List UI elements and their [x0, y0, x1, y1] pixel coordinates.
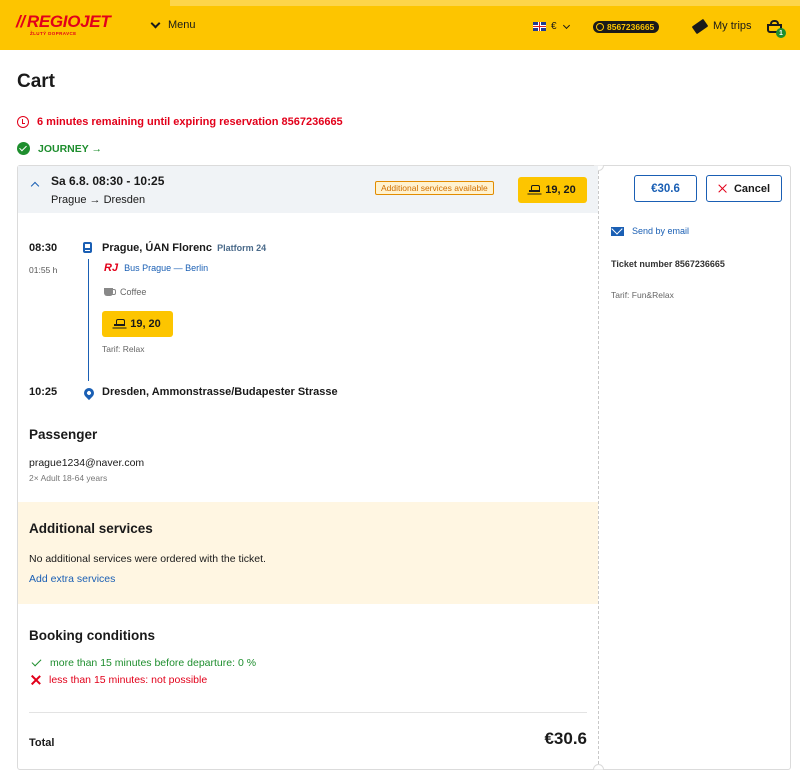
- condition-denied: less than 15 minutes: not possible: [31, 674, 207, 686]
- check-circle-icon: [17, 142, 30, 155]
- condition-allowed: more than 15 minutes before departure: 0…: [31, 656, 256, 669]
- my-trips-label: My trips: [713, 20, 752, 32]
- seat-numbers: 19, 20: [545, 184, 576, 196]
- clock-icon: [17, 116, 29, 128]
- check-icon: [31, 656, 42, 667]
- reservation-expiry-warning: 6 minutes remaining until expiring reser…: [17, 116, 343, 128]
- expiry-text: 6 minutes remaining until expiring reser…: [37, 116, 343, 128]
- departure-time: 08:30: [29, 242, 58, 254]
- close-icon: [718, 184, 727, 193]
- envelope-icon: [611, 226, 624, 236]
- ticket-number: Ticket number 8567236665: [611, 259, 725, 269]
- segment-tarif: Tarif: Relax: [102, 344, 145, 354]
- cart-count-badge: 1: [776, 28, 786, 38]
- cancel-button[interactable]: Cancel: [706, 175, 782, 202]
- top-header: //REGIOJET ŽLUTÝ DOPRAVCE Menu € 8567236…: [0, 0, 800, 50]
- platform-label: Platform 24: [217, 243, 267, 253]
- uk-flag-icon: [533, 22, 546, 31]
- menu-button[interactable]: Menu: [150, 18, 196, 31]
- seat-icon: [114, 319, 126, 329]
- timeline-line: [88, 259, 89, 381]
- route-date-time: Sa 6.8. 08:30 - 10:25: [51, 174, 165, 188]
- journey-step-label: JOURNEY →: [38, 142, 102, 155]
- price-button[interactable]: €30.6: [634, 175, 697, 202]
- bus-icon: [83, 242, 92, 253]
- chevron-up-icon[interactable]: [30, 181, 40, 191]
- cross-icon: [31, 675, 41, 685]
- logo-slashes: //: [16, 12, 25, 31]
- total-separator: [29, 712, 587, 713]
- cart-button[interactable]: 1: [767, 20, 786, 38]
- header-accent-strip: [170, 0, 800, 6]
- page-title: Cart: [17, 71, 56, 92]
- passenger-type: 2× Adult 18-64 years: [29, 473, 108, 483]
- account-button[interactable]: 8567236665: [593, 21, 660, 33]
- account-number: 8567236665: [607, 22, 655, 32]
- ticket-divider: [598, 166, 599, 769]
- arrival-station: Dresden, Ammonstrasse/Budapester Strasse: [102, 386, 338, 398]
- journey-step-link[interactable]: JOURNEY →: [17, 142, 102, 155]
- arrival-time: 10:25: [29, 386, 58, 398]
- chevron-down-icon: [562, 21, 570, 29]
- seat-selection-button[interactable]: 19, 20: [518, 177, 587, 203]
- carrier-line: Bus Prague — Berlin: [124, 263, 209, 273]
- regiojet-logo[interactable]: //REGIOJET ŽLUTÝ DOPRAVCE: [16, 12, 111, 40]
- send-by-email-link[interactable]: Send by email: [611, 226, 689, 236]
- send-email-label: Send by email: [632, 226, 690, 236]
- journey-summary: Sa 6.8. 08:30 - 10:25 Prague → Dresden A…: [18, 166, 598, 213]
- ticket-tarif: Tarif: Fun&Relax: [611, 290, 674, 300]
- amenity-coffee: Coffee: [104, 287, 146, 297]
- total-label: Total: [29, 737, 55, 749]
- departure-station: Prague, ÚAN Florenc Platform 24: [102, 242, 267, 254]
- booking-conditions-title: Booking conditions: [29, 628, 155, 643]
- total-value: €30.6: [544, 729, 587, 748]
- amenity-label: Coffee: [120, 287, 147, 297]
- ticket-icon: [691, 18, 709, 34]
- cart-ticket-card: Sa 6.8. 08:30 - 10:25 Prague → Dresden A…: [17, 165, 791, 770]
- additional-services-text: No additional services were ordered with…: [29, 553, 266, 565]
- route-cities: Prague → Dresden: [51, 194, 146, 206]
- passenger-email: prague1234@naver.com: [29, 457, 145, 469]
- segment-seat-numbers: 19, 20: [130, 318, 161, 330]
- logo-text: REGIOJET: [26, 12, 111, 31]
- additional-services-title: Additional services: [29, 521, 153, 536]
- menu-label: Menu: [168, 19, 196, 31]
- currency-label: €: [551, 21, 557, 32]
- segment-seat-button[interactable]: 19, 20: [102, 311, 173, 337]
- add-extra-services-link[interactable]: Add extra services: [29, 573, 115, 585]
- location-pin-icon: [81, 385, 97, 401]
- carrier-info: RJ Bus Prague — Berlin: [104, 262, 208, 274]
- additional-services-badge[interactable]: Additional services available: [375, 181, 494, 195]
- seat-icon: [529, 185, 541, 195]
- language-currency-selector[interactable]: €: [533, 21, 570, 32]
- coffee-cup-icon: [104, 288, 116, 296]
- regiojet-rj-logo: RJ: [104, 262, 119, 274]
- cancel-label: Cancel: [733, 182, 771, 195]
- chevron-down-icon: [150, 18, 161, 28]
- my-trips-link[interactable]: My trips: [691, 18, 752, 34]
- passenger-title: Passenger: [29, 427, 98, 442]
- user-icon: [596, 23, 604, 31]
- trip-duration: 01:55 h: [29, 265, 58, 275]
